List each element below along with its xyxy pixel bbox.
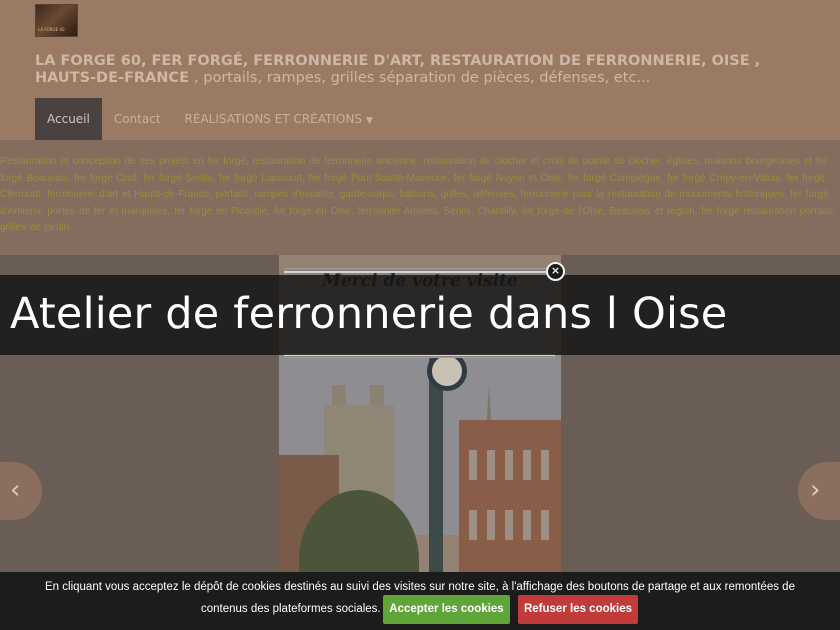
cookie-text-line2: contenus des plateformes sociales. bbox=[201, 603, 381, 615]
nav-item-label: Accueil bbox=[47, 112, 90, 126]
nav-item-accueil[interactable]: Accueil bbox=[35, 98, 102, 140]
main-nav: Accueil Contact RÉALISATIONS ET CRÉATION… bbox=[35, 98, 385, 140]
chevron-right-icon: › bbox=[810, 475, 821, 505]
accept-cookies-button[interactable]: Accepter les cookies bbox=[383, 595, 510, 624]
nav-item-contact[interactable]: Contact bbox=[102, 98, 173, 140]
keyword-band: Restauration et conception de ses projet… bbox=[0, 140, 840, 255]
site-title[interactable]: LA FORGE 60, FER FORGÉ, FERRONNERIE D'AR… bbox=[35, 53, 810, 87]
site-logo[interactable]: LA FORGE 60 bbox=[35, 4, 78, 37]
slide-caption-text: Atelier de ferronnerie dans l Oise bbox=[10, 289, 728, 339]
chevron-left-icon: ‹ bbox=[10, 475, 21, 505]
photo-frame-line-top bbox=[284, 271, 555, 273]
slide-caption: Atelier de ferronnerie dans l Oise bbox=[0, 275, 840, 355]
keyword-text: Restauration et conception de ses projet… bbox=[0, 156, 835, 233]
close-icon[interactable]: × bbox=[546, 262, 565, 281]
caret-down-icon: ▼ bbox=[365, 116, 373, 126]
nav-item-realisations[interactable]: RÉALISATIONS ET CRÉATIONS ▼ bbox=[173, 98, 385, 140]
site-tagline: , portails, rampes, grilles séparation d… bbox=[194, 70, 651, 86]
site-header: LA FORGE 60 LA FORGE 60, FER FORGÉ, FERR… bbox=[0, 0, 840, 140]
refuse-cookies-button[interactable]: Refuser les cookies bbox=[518, 595, 638, 624]
nav-item-label: Contact bbox=[113, 112, 161, 126]
cookie-bar: En cliquant vous acceptez le dépôt de co… bbox=[0, 572, 840, 630]
cookie-text-line1: En cliquant vous acceptez le dépôt de co… bbox=[45, 581, 795, 593]
nav-item-label: RÉALISATIONS ET CRÉATIONS bbox=[184, 112, 362, 126]
logo-text: LA FORGE 60 bbox=[38, 27, 65, 32]
